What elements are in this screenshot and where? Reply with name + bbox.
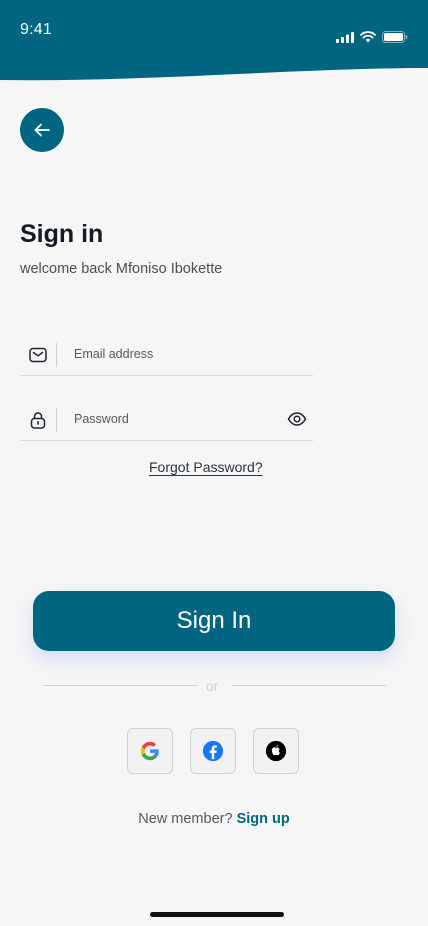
apple-icon (265, 740, 287, 762)
battery-icon (382, 31, 408, 43)
apple-sign-in-button[interactable] (253, 728, 299, 774)
page-title: Sign in (20, 220, 104, 248)
password-field (20, 396, 313, 441)
arrow-left-icon (34, 123, 50, 137)
header-wave (0, 0, 428, 81)
email-input[interactable] (74, 343, 274, 365)
forgot-password-link[interactable]: Forgot Password? (149, 459, 263, 475)
divider-line-right (231, 685, 386, 686)
sign-in-button[interactable]: Sign In (33, 591, 395, 651)
google-icon (140, 741, 159, 761)
email-field (20, 331, 313, 376)
status-bar-time: 9:41 (20, 21, 52, 38)
divider-or-text: or (206, 678, 219, 694)
signup-prompt: New member? (138, 811, 237, 827)
signup-row: New member? Sign up (0, 811, 428, 827)
page-subtitle: welcome back Mfoniso Ibokette (20, 261, 223, 277)
eye-icon[interactable] (287, 411, 307, 427)
facebook-sign-in-button[interactable] (190, 728, 236, 774)
password-input[interactable] (74, 408, 274, 430)
field-divider (56, 343, 57, 367)
status-bar-icons (336, 31, 408, 43)
google-sign-in-button[interactable] (127, 728, 173, 774)
mail-icon (29, 347, 47, 363)
divider-line-left (43, 685, 198, 686)
lock-icon (30, 412, 46, 429)
facebook-icon (202, 740, 224, 762)
home-indicator (150, 912, 284, 917)
signal-icon (336, 31, 354, 43)
field-divider (56, 408, 57, 432)
wifi-icon (360, 31, 376, 43)
sign-up-link[interactable]: Sign up (237, 811, 290, 827)
back-button[interactable] (20, 108, 64, 152)
